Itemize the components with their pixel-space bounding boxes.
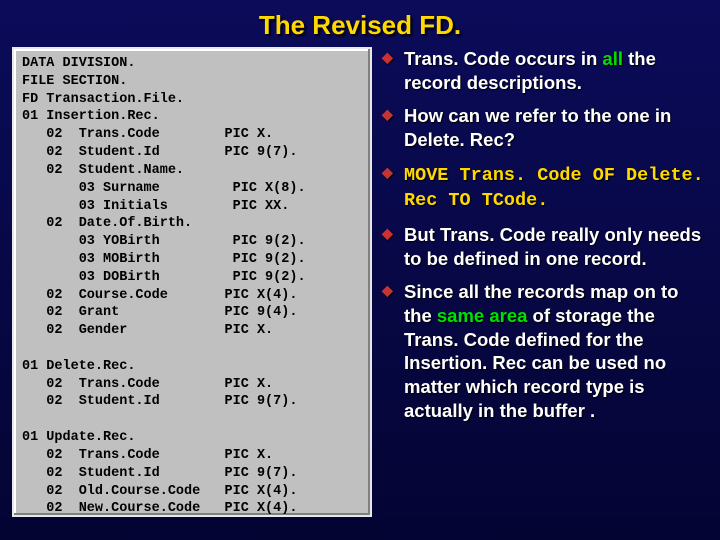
slide: The Revised FD. DATA DIVISION. FILE SECT…: [0, 0, 720, 540]
bullet-code: MOVE Trans. Code OF Delete. Rec TO TCode…: [404, 165, 704, 212]
page-title: The Revised FD.: [0, 0, 720, 47]
bullet-text: How can we refer to the one in Delete. R…: [404, 105, 671, 150]
bullet-item: Trans. Code occurs in all the record des…: [382, 47, 708, 94]
bullet-text: Trans. Code occurs in: [404, 48, 602, 69]
slide-body: DATA DIVISION. FILE SECTION. FD Transact…: [0, 47, 720, 527]
bullet-list: Trans. Code occurs in all the record des…: [372, 47, 708, 515]
bullet-item: But Trans. Code really only needs to be …: [382, 223, 708, 270]
bullet-text: But Trans. Code really only needs to be …: [404, 224, 701, 269]
bullet-item: MOVE Trans. Code OF Delete. Rec TO TCode…: [382, 162, 708, 213]
code-panel: DATA DIVISION. FILE SECTION. FD Transact…: [12, 47, 372, 517]
cobol-code: DATA DIVISION. FILE SECTION. FD Transact…: [22, 55, 362, 518]
bullet-emphasis: same area: [437, 305, 528, 326]
bullet-item: Since all the records map on to the same…: [382, 280, 708, 422]
bullet-item: How can we refer to the one in Delete. R…: [382, 104, 708, 151]
bullet-emphasis: all: [602, 48, 623, 69]
